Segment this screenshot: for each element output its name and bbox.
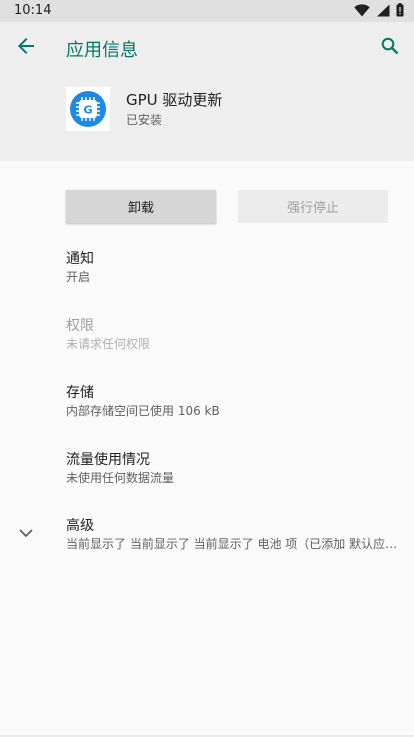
status-bar: 10:14	[0, 0, 414, 22]
row-summary: 未使用任何数据流量	[66, 471, 175, 485]
row-summary: 未请求任何权限	[66, 337, 151, 351]
data-usage-row[interactable]: 流量使用情况 未使用任何数据流量	[0, 449, 414, 493]
row-title: 权限	[66, 318, 94, 334]
chevron-down-icon	[16, 523, 36, 543]
status-time: 10:14	[14, 3, 52, 18]
row-summary: 开启	[66, 270, 91, 284]
row-summary: 内部存储空间已使用 106 kB	[66, 404, 220, 418]
wifi-icon	[354, 3, 370, 17]
app-header: G GPU 驱动更新 已安装	[0, 74, 414, 161]
row-summary: 当前显示了 当前显示了 当前显示了 电池 项（已添加 默认应用、在其他应用上层显…	[66, 537, 402, 551]
app-bar: 应用信息	[0, 22, 414, 74]
uninstall-button[interactable]: 卸载	[66, 190, 216, 223]
advanced-row[interactable]: 高级 当前显示了 当前显示了 当前显示了 电池 项（已添加 默认应用、在其他应用…	[0, 515, 414, 559]
row-title: 通知	[66, 251, 94, 267]
row-title: 流量使用情况	[66, 452, 150, 468]
search-button[interactable]	[376, 34, 404, 62]
app-name: GPU 驱动更新	[126, 91, 223, 109]
status-icons	[354, 3, 404, 17]
app-icon: G	[66, 87, 110, 131]
arrow-back-icon	[17, 37, 35, 59]
back-button[interactable]	[12, 34, 40, 62]
app-install-status: 已安装	[126, 113, 163, 127]
page-title: 应用信息	[66, 40, 138, 61]
permissions-row: 权限 未请求任何权限	[0, 315, 414, 359]
storage-row[interactable]: 存储 内部存储空间已使用 106 kB	[0, 382, 414, 426]
signal-icon	[376, 4, 390, 17]
row-title: 存储	[66, 385, 94, 401]
battery-icon	[396, 3, 404, 17]
app-icon-letter: G	[83, 104, 92, 117]
force-stop-button: 强行停止	[238, 190, 388, 223]
search-icon	[381, 37, 399, 59]
notifications-row[interactable]: 通知 开启	[0, 248, 414, 292]
row-title: 高级	[66, 518, 94, 534]
